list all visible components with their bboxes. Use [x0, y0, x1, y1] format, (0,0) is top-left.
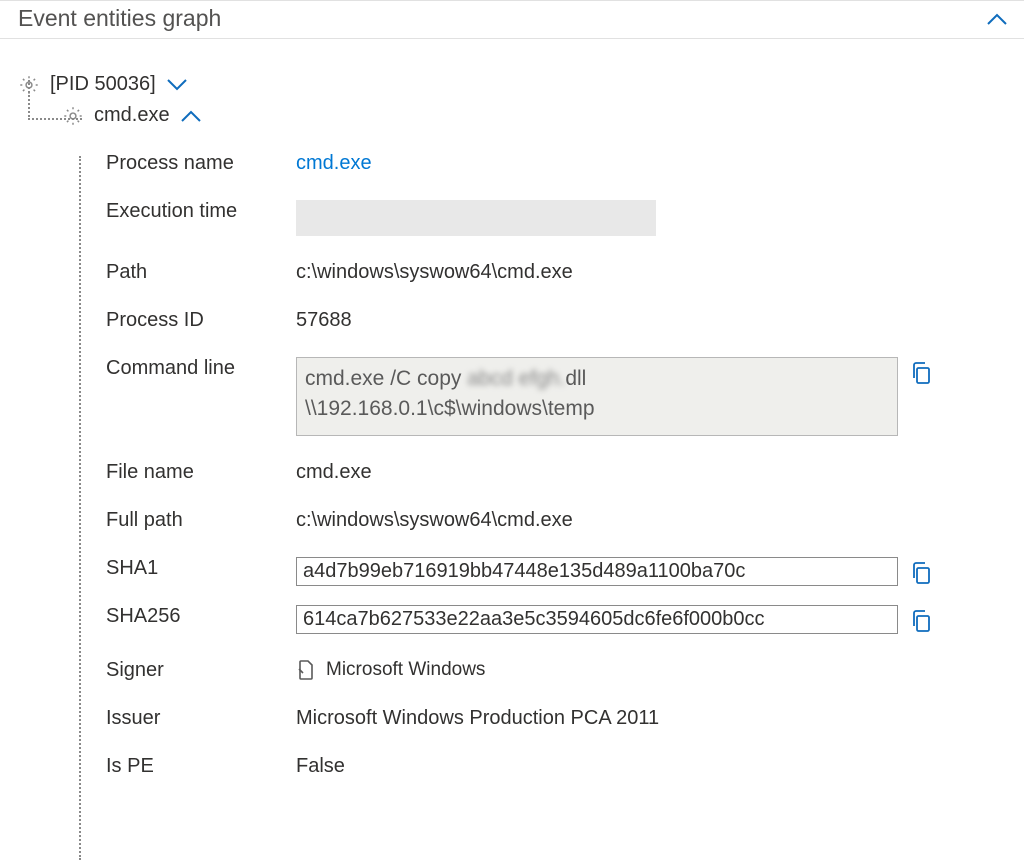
row-command-line: Command line cmd.exe /C copy abcd efgh.d… [106, 350, 1024, 454]
cmdline-suffix: dll [565, 367, 586, 390]
value-execution-time-redacted [296, 200, 656, 236]
tree-node-root[interactable]: [PID 50036] [18, 69, 1024, 100]
row-signer: Signer Microsoft Windows [106, 652, 1024, 700]
row-file-name: File name cmd.exe [106, 454, 1024, 502]
row-process-id: Process ID 57688 [106, 302, 1024, 350]
value-process-id: 57688 [296, 309, 352, 332]
value-is-pe: False [296, 755, 345, 778]
row-sha1: SHA1 a4d7b99eb716919bb47448e135d489a1100… [106, 550, 1024, 598]
label-command-line: Command line [106, 357, 296, 380]
row-execution-time: Execution time [106, 193, 1024, 254]
row-full-path: Full path c:\windows\syswow64\cmd.exe [106, 502, 1024, 550]
tree-vertical-line [79, 156, 81, 860]
chevron-up-icon[interactable] [180, 109, 200, 123]
panel-title: Event entities graph [18, 5, 986, 32]
value-sha256: 614ca7b627533e22aa3e5c3594605dc6fe6f000b… [296, 605, 898, 634]
row-sha256: SHA256 614ca7b627533e22aa3e5c3594605dc6f… [106, 598, 1024, 652]
value-sha1: a4d7b99eb716919bb47448e135d489a1100ba70c [296, 557, 898, 586]
label-sha256: SHA256 [106, 605, 296, 628]
cmdline-line2: \\192.168.0.1\c$\windows\temp [305, 397, 595, 420]
process-details: Process name cmd.exe Execution time Path… [106, 145, 1024, 796]
value-file-name: cmd.exe [296, 461, 372, 484]
value-signer: Microsoft Windows [296, 659, 485, 681]
value-path: c:\windows\syswow64\cmd.exe [296, 261, 573, 284]
label-process-name: Process name [106, 152, 296, 175]
value-full-path: c:\windows\syswow64\cmd.exe [296, 509, 573, 532]
tree-node-child[interactable]: cmd.exe [18, 100, 1024, 131]
tree-connector [28, 80, 82, 120]
label-execution-time: Execution time [106, 200, 296, 223]
row-is-pe: Is PE False [106, 748, 1024, 796]
entity-tree: [PID 50036] cmd.exe [0, 39, 1024, 131]
label-path: Path [106, 261, 296, 284]
cmdline-prefix: cmd.exe /C copy [305, 367, 467, 390]
label-is-pe: Is PE [106, 755, 296, 778]
copy-icon[interactable] [910, 557, 932, 585]
chevron-down-icon[interactable] [166, 78, 186, 92]
label-issuer: Issuer [106, 707, 296, 730]
label-file-name: File name [106, 461, 296, 484]
label-full-path: Full path [106, 509, 296, 532]
label-sha1: SHA1 [106, 557, 296, 580]
row-issuer: Issuer Microsoft Windows Production PCA … [106, 700, 1024, 748]
copy-icon[interactable] [910, 357, 932, 385]
value-process-name[interactable]: cmd.exe [296, 152, 372, 175]
copy-icon[interactable] [910, 605, 932, 633]
value-signer-text: Microsoft Windows [326, 659, 485, 681]
file-icon [296, 659, 316, 681]
tree-node-child-label: cmd.exe [94, 104, 170, 127]
chevron-up-icon[interactable] [986, 12, 1006, 26]
label-process-id: Process ID [106, 309, 296, 332]
value-command-line: cmd.exe /C copy abcd efgh.dll \\192.168.… [296, 357, 898, 436]
cmdline-redacted: abcd efgh. [467, 367, 565, 390]
label-signer: Signer [106, 659, 296, 682]
row-path: Path c:\windows\syswow64\cmd.exe [106, 254, 1024, 302]
panel-header[interactable]: Event entities graph [0, 0, 1024, 39]
row-process-name: Process name cmd.exe [106, 145, 1024, 193]
value-issuer: Microsoft Windows Production PCA 2011 [296, 707, 659, 730]
